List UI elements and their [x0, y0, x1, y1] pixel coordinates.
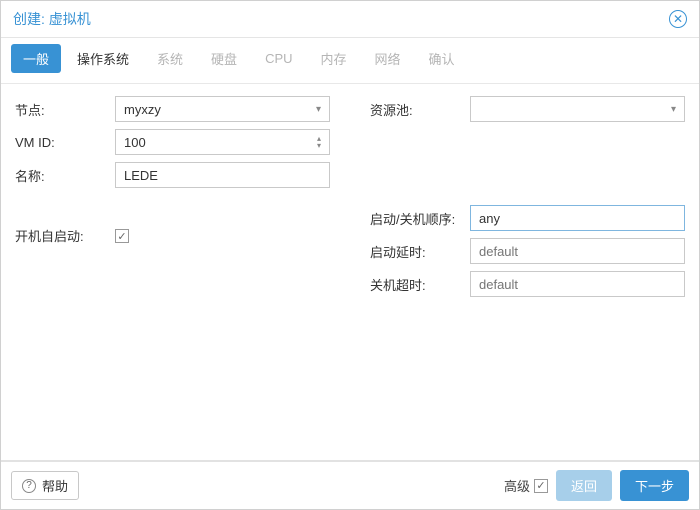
tab-cpu: CPU [253, 46, 304, 71]
advanced-toggle[interactable]: 高级 ✓ [504, 476, 548, 495]
help-label: 帮助 [42, 476, 68, 495]
field-pool: 资源池: ▾ [370, 96, 685, 122]
vmid-label: VM ID: [15, 135, 115, 150]
field-order: 启动/关机顺序: [370, 205, 685, 231]
spacer [370, 160, 685, 198]
chevron-down-icon: ▾ [316, 104, 321, 115]
tab-memory: 内存 [309, 44, 359, 73]
field-name: 名称: [15, 162, 330, 188]
node-select[interactable]: myxzy ▾ [115, 96, 330, 122]
startup-delay-input[interactable] [470, 238, 685, 264]
tab-confirm: 确认 [417, 44, 467, 73]
pool-label: 资源池: [370, 100, 470, 119]
chevron-down-icon: ▾ [671, 104, 676, 115]
create-vm-dialog: 创建: 虚拟机 ✕ 一般 操作系统 系统 硬盘 CPU 内存 网络 确认 节点:… [0, 0, 700, 510]
startup-delay-label: 启动延时: [370, 242, 470, 261]
node-label: 节点: [15, 100, 115, 119]
dialog-title: 创建: 虚拟机 [13, 9, 91, 29]
help-icon: ? [22, 479, 36, 493]
name-input[interactable] [115, 162, 330, 188]
order-label: 启动/关机顺序: [370, 209, 470, 228]
titlebar: 创建: 虚拟机 ✕ [1, 1, 699, 38]
vmid-spinner[interactable]: ▴ ▾ [115, 129, 330, 155]
vmid-input[interactable] [124, 135, 317, 150]
back-button[interactable]: 返回 [556, 470, 612, 501]
help-button[interactable]: ? 帮助 [11, 471, 79, 500]
shutdown-timeout-input[interactable] [470, 271, 685, 297]
autostart-checkbox[interactable]: ✓ [115, 229, 129, 243]
tab-disk: 硬盘 [199, 44, 249, 73]
advanced-label: 高级 [504, 476, 530, 495]
right-column: 资源池: ▾ 启动/关机顺序: 启动延时: [370, 96, 685, 452]
field-autostart: 开机自启动: ✓ [15, 226, 330, 245]
autostart-label: 开机自启动: [15, 226, 115, 245]
shutdown-timeout-label: 关机超时: [370, 275, 470, 294]
next-button[interactable]: 下一步 [620, 470, 689, 501]
tabbar: 一般 操作系统 系统 硬盘 CPU 内存 网络 确认 [1, 38, 699, 84]
spinner-buttons[interactable]: ▴ ▾ [317, 135, 321, 149]
close-icon[interactable]: ✕ [669, 10, 687, 28]
tab-general[interactable]: 一般 [11, 44, 61, 73]
field-startup-delay: 启动延时: [370, 238, 685, 264]
node-value: myxzy [124, 102, 161, 117]
spacer [370, 129, 685, 153]
order-input[interactable] [470, 205, 685, 231]
form-body: 节点: myxzy ▾ VM ID: ▴ ▾ [1, 84, 699, 460]
tab-system: 系统 [145, 44, 195, 73]
name-label: 名称: [15, 166, 115, 185]
tab-os[interactable]: 操作系统 [65, 44, 141, 73]
field-node: 节点: myxzy ▾ [15, 96, 330, 122]
spacer [15, 195, 330, 219]
footer: ? 帮助 高级 ✓ 返回 下一步 [1, 460, 699, 509]
tab-network: 网络 [363, 44, 413, 73]
advanced-checkbox[interactable]: ✓ [534, 479, 548, 493]
left-column: 节点: myxzy ▾ VM ID: ▴ ▾ [15, 96, 330, 452]
field-vmid: VM ID: ▴ ▾ [15, 129, 330, 155]
chevron-down-icon[interactable]: ▾ [317, 142, 321, 149]
pool-select[interactable]: ▾ [470, 96, 685, 122]
field-shutdown-timeout: 关机超时: [370, 271, 685, 297]
footer-right: 高级 ✓ 返回 下一步 [504, 470, 689, 501]
